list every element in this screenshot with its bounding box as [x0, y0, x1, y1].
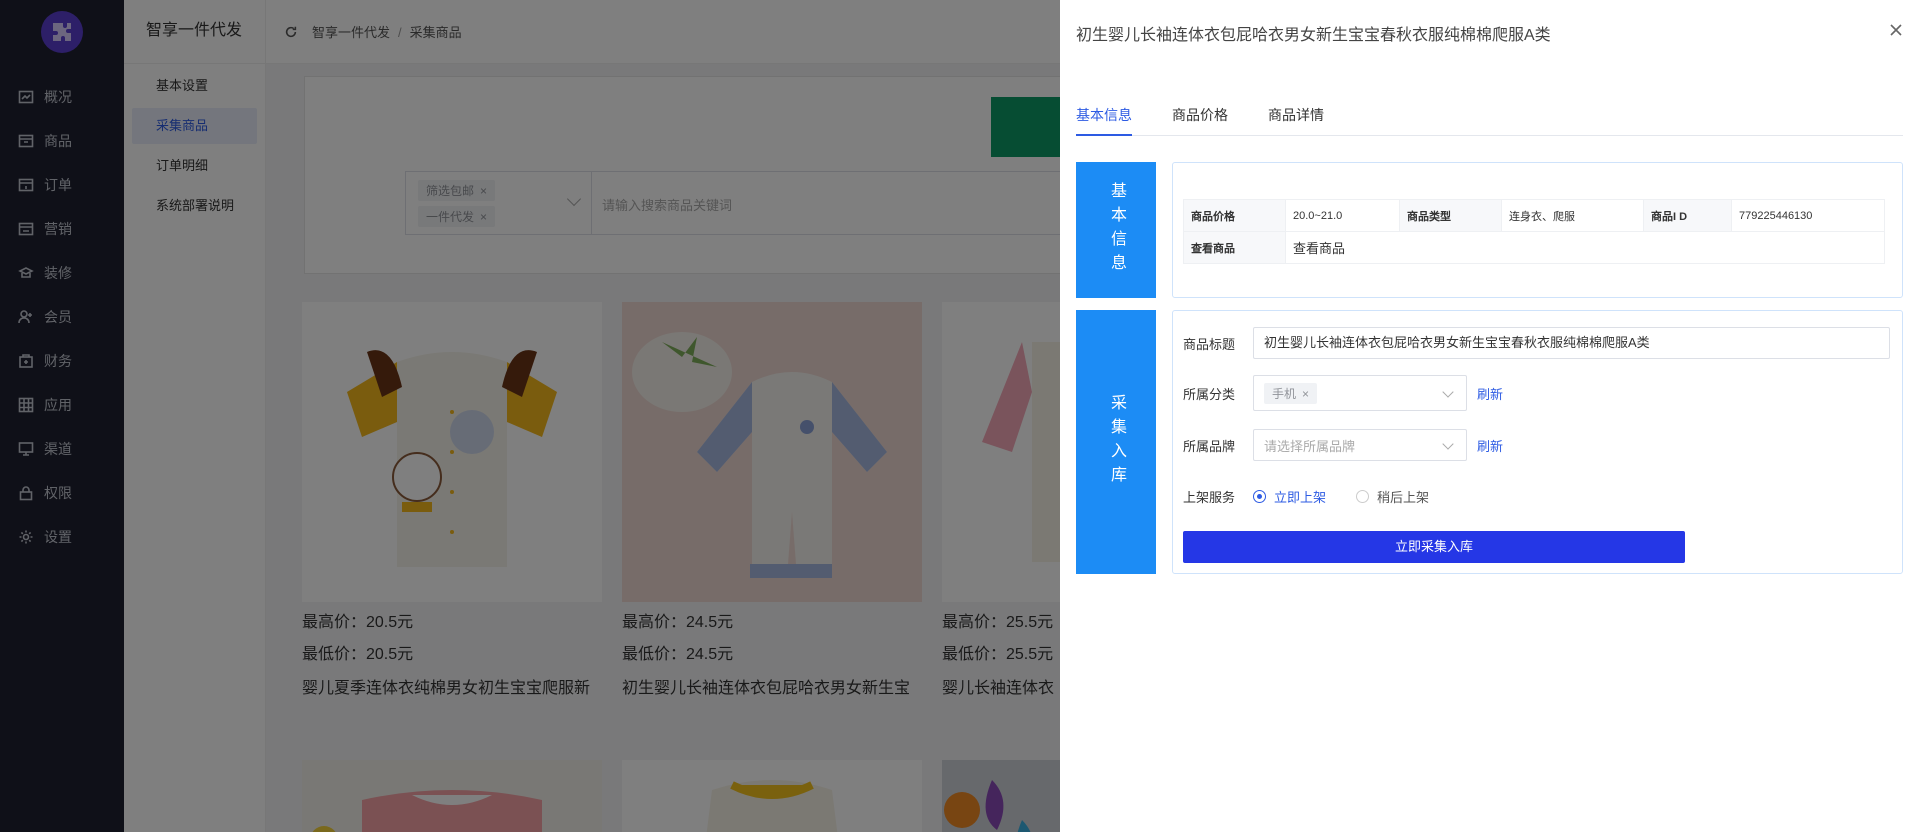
- section-label: 采集入库: [1076, 310, 1156, 574]
- radio-dot: [1253, 490, 1266, 503]
- table-value: 20.0~21.0: [1285, 199, 1400, 232]
- category-select[interactable]: 手机 ×: [1253, 375, 1467, 411]
- brand-row: 所属品牌 请选择所属品牌 刷新: [1183, 429, 1503, 461]
- section-body: 商品标题 初生婴儿长袖连体衣包屁哈衣男女新生宝宝春秋衣服纯棉棉爬服A类 所属分类…: [1172, 310, 1903, 574]
- drawer-tabs: 基本信息 商品价格 商品详情: [1076, 104, 1903, 136]
- table-key: 商品价格: [1183, 199, 1286, 232]
- info-table: 商品价格 20.0~21.0 商品类型 连身衣、爬服 商品I D 7792254…: [1183, 199, 1885, 264]
- category-tag: 手机 ×: [1264, 382, 1318, 404]
- collect-section: 采集入库 商品标题 初生婴儿长袖连体衣包屁哈衣男女新生宝宝春秋衣服纯棉棉爬服A类…: [1076, 310, 1903, 574]
- chevron-down-icon: [1442, 438, 1454, 450]
- title-label: 商品标题: [1183, 336, 1236, 352]
- category-refresh-link[interactable]: 刷新: [1477, 384, 1503, 403]
- radio-publish-later[interactable]: 稍后上架: [1356, 487, 1429, 506]
- basic-info-section: 基本信息 商品价格 20.0~21.0 商品类型 连身衣、爬服 商品I D 77…: [1076, 162, 1903, 298]
- brand-refresh-link[interactable]: 刷新: [1477, 436, 1503, 455]
- tab-details[interactable]: 商品详情: [1268, 104, 1324, 136]
- radio-label: 稍后上架: [1377, 490, 1430, 505]
- table-value: 779225446130: [1731, 199, 1885, 232]
- section-body: 商品价格 20.0~21.0 商品类型 连身衣、爬服 商品I D 7792254…: [1172, 162, 1903, 298]
- brand-placeholder: 请选择所属品牌: [1264, 438, 1356, 454]
- tab-basic-info[interactable]: 基本信息: [1076, 104, 1132, 136]
- close-icon: [1890, 24, 1902, 36]
- brand-select[interactable]: 请选择所属品牌: [1253, 429, 1467, 461]
- section-label-text: 基本信息: [1108, 182, 1125, 278]
- chevron-down-icon: [1442, 386, 1454, 398]
- table-row: 商品价格 20.0~21.0 商品类型 连身衣、爬服 商品I D 7792254…: [1183, 199, 1885, 232]
- category-tag-label: 手机: [1272, 386, 1297, 401]
- tab-price[interactable]: 商品价格: [1172, 104, 1228, 136]
- section-label: 基本信息: [1076, 162, 1156, 298]
- table-key: 商品类型: [1399, 199, 1502, 232]
- title-row: 商品标题 初生婴儿长袖连体衣包屁哈衣男女新生宝宝春秋衣服纯棉棉爬服A类: [1183, 327, 1890, 359]
- collect-submit-button[interactable]: 立即采集入库: [1183, 531, 1685, 563]
- category-label: 所属分类: [1183, 386, 1236, 402]
- title-input[interactable]: 初生婴儿长袖连体衣包屁哈衣男女新生宝宝春秋衣服纯棉棉爬服A类: [1253, 327, 1890, 359]
- close-icon[interactable]: ×: [1302, 387, 1309, 401]
- product-drawer: 初生婴儿长袖连体衣包屁哈衣男女新生宝宝春秋衣服纯棉棉爬服A类 基本信息 商品价格…: [1060, 0, 1920, 832]
- service-label: 上架服务: [1183, 490, 1236, 505]
- table-key: 查看商品: [1183, 231, 1286, 264]
- radio-publish-now[interactable]: 立即上架: [1253, 487, 1326, 506]
- section-label-text: 采集入库: [1108, 394, 1125, 490]
- view-product-link[interactable]: 查看商品: [1285, 231, 1885, 264]
- table-value: 连身衣、爬服: [1501, 199, 1644, 232]
- table-row: 查看商品 查看商品: [1183, 231, 1885, 264]
- table-key: 商品I D: [1643, 199, 1732, 232]
- category-row: 所属分类 手机 × 刷新: [1183, 375, 1503, 411]
- service-row: 上架服务 立即上架 稍后上架: [1183, 487, 1459, 506]
- brand-label: 所属品牌: [1183, 438, 1236, 454]
- close-button[interactable]: [1888, 22, 1904, 38]
- radio-label: 立即上架: [1274, 490, 1327, 505]
- drawer-title: 初生婴儿长袖连体衣包屁哈衣男女新生宝宝春秋衣服纯棉棉爬服A类: [1076, 27, 1551, 44]
- radio-dot: [1356, 490, 1370, 503]
